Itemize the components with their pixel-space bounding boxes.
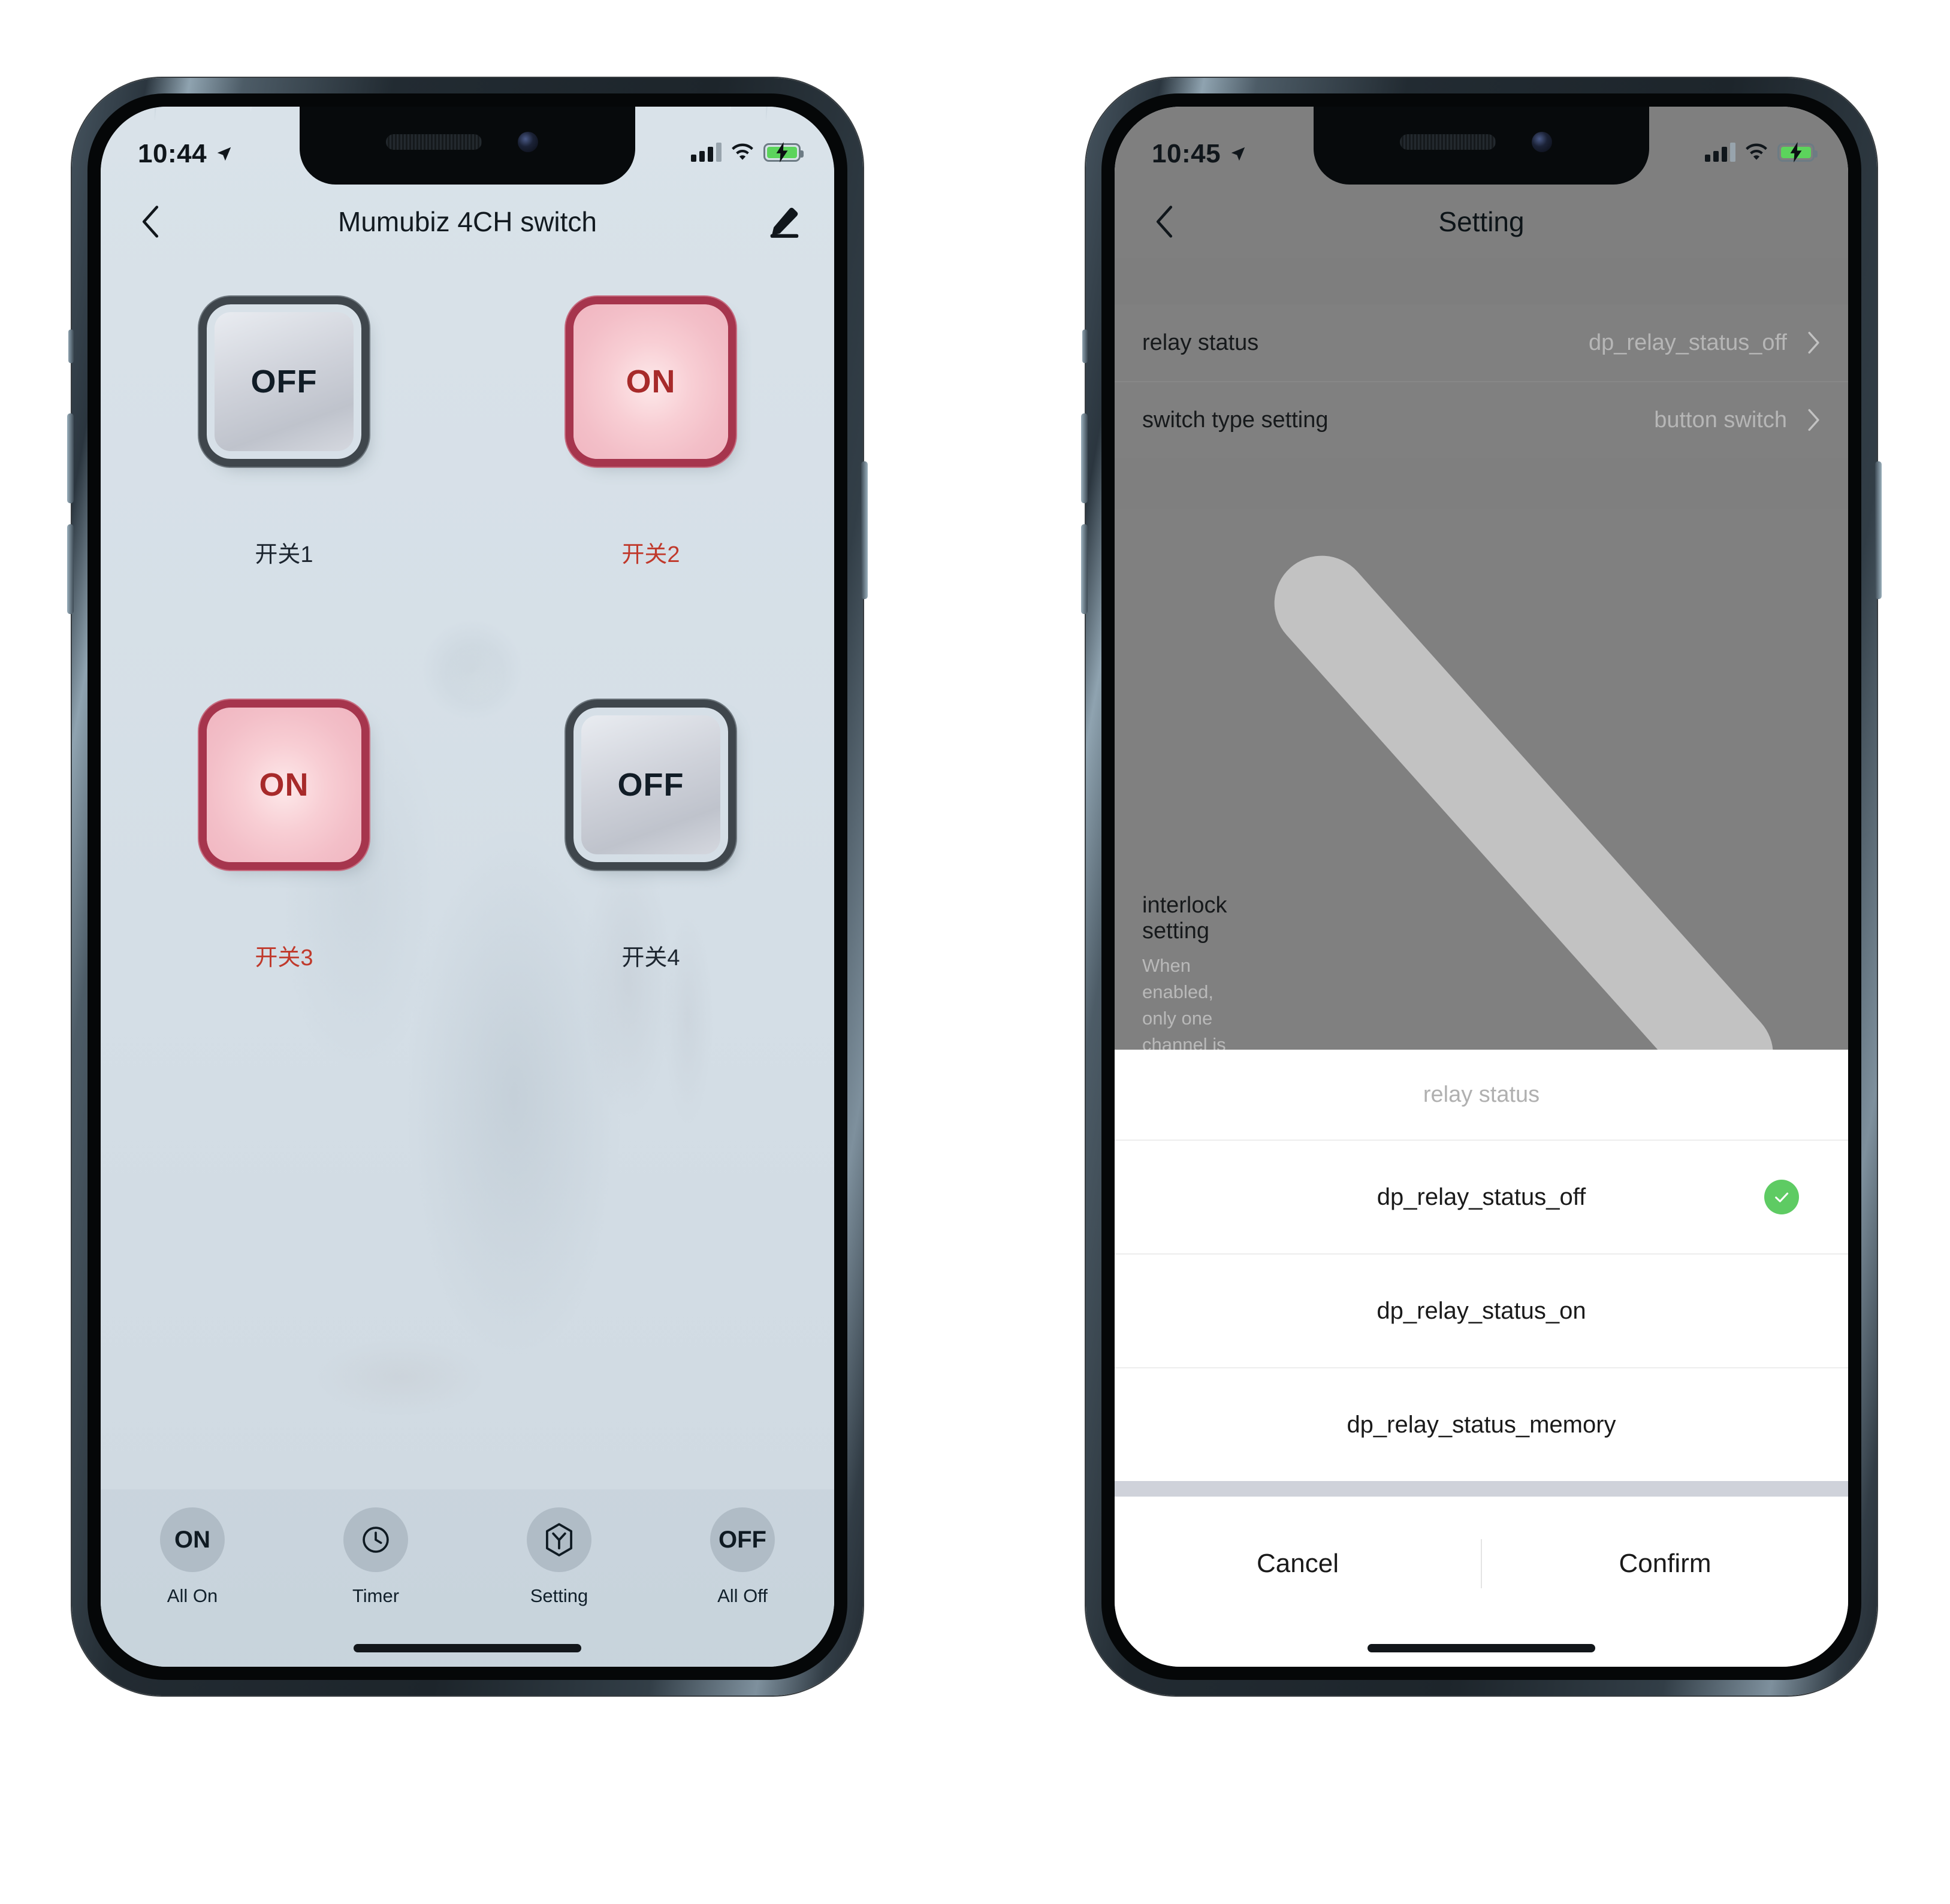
sheet-title: relay status	[1423, 1081, 1540, 1107]
sheet-separator	[1115, 1481, 1848, 1497]
sheet-option-relay-on[interactable]: dp_relay_status_on	[1115, 1253, 1848, 1367]
cancel-button[interactable]: Cancel	[1115, 1549, 1481, 1615]
volume-up-button-2[interactable]	[1081, 413, 1088, 503]
sheet-option-label: dp_relay_status_off	[1377, 1183, 1586, 1210]
settings-row-label: relay status	[1142, 330, 1259, 355]
page-title: Mumubiz 4CH switch	[338, 206, 597, 237]
home-indicator[interactable]	[354, 1644, 581, 1652]
toolbar-label-all-off: All Off	[717, 1585, 768, 1606]
battery-charging-icon	[1777, 142, 1818, 162]
power-button[interactable]	[861, 461, 868, 599]
edit-button[interactable]	[767, 205, 801, 238]
sheet-option-relay-off[interactable]: dp_relay_status_off	[1115, 1140, 1848, 1253]
switch-label-2: 开关2	[621, 542, 680, 567]
switch-toggle-3[interactable]: ON	[207, 708, 361, 862]
status-bar: 10:44	[101, 107, 834, 186]
phone-device-screen: 10:44 Mumubiz 4CH switch OFF 开关1 ON 开关2 …	[67, 78, 868, 1696]
home-indicator-2[interactable]	[1368, 1644, 1595, 1652]
chevron-left-icon	[142, 205, 159, 238]
sheet-option-label: dp_relay_status_on	[1377, 1297, 1586, 1324]
toolbar-label-all-on: All On	[167, 1585, 218, 1606]
screenshot-canvas: 10:44 Mumubiz 4CH switch OFF 开关1 ON 开关2 …	[0, 0, 1950, 1904]
relay-status-picker-sheet: relay status dp_relay_status_off dp_rela…	[1115, 1050, 1848, 1667]
setting-icon-wrap	[527, 1507, 591, 1572]
switch-label-4: 开关4	[621, 945, 680, 971]
chevron-left-icon	[1156, 205, 1173, 238]
power-button-2[interactable]	[1875, 461, 1882, 599]
sheet-option-relay-memory[interactable]: dp_relay_status_memory	[1115, 1367, 1848, 1481]
clock-time: 10:44	[138, 139, 207, 168]
interlock-title: interlock setting	[1142, 892, 1227, 944]
setting-screen: 10:45 Setting relay status dp_relay_stat…	[1115, 107, 1848, 1667]
setting-page: 10:45 Setting relay status dp_relay_stat…	[1115, 107, 1848, 1667]
phone-bezel-2: 10:45 Setting relay status dp_relay_stat…	[1101, 93, 1861, 1680]
toolbar-label-setting: Setting	[530, 1585, 588, 1606]
volume-down-button[interactable]	[67, 524, 74, 614]
back-button-2[interactable]	[1148, 205, 1181, 238]
switch-cell-3: ON 开关3	[101, 708, 467, 972]
switch-grid: OFF 开关1 ON 开关2 ON 开关3 OFF 开关4	[101, 304, 834, 972]
check-circle-icon	[1764, 1180, 1799, 1214]
settings-row-switch-type[interactable]: switch type setting button switch	[1115, 381, 1848, 458]
status-bar-2: 10:45	[1115, 107, 1848, 186]
phone-bezel: 10:44 Mumubiz 4CH switch OFF 开关1 ON 开关2 …	[87, 93, 847, 1680]
settings-row-value: button switch	[1654, 407, 1787, 433]
settings-row-value: dp_relay_status_off	[1589, 330, 1787, 355]
volume-up-button[interactable]	[67, 413, 74, 503]
sheet-option-label: dp_relay_status_memory	[1347, 1411, 1616, 1438]
bottom-toolbar: ON All On Timer Setting OFF All Off	[101, 1489, 834, 1667]
location-arrow-icon	[1231, 147, 1245, 161]
settings-row-relay-status[interactable]: relay status dp_relay_status_off	[1115, 304, 1848, 381]
switch-toggle-2[interactable]: ON	[573, 304, 728, 459]
mute-switch-button-2[interactable]	[1082, 330, 1088, 363]
switch-toggle-1[interactable]: OFF	[207, 304, 361, 459]
cellular-bars-icon	[691, 143, 722, 162]
navigation-bar-2: Setting	[1115, 186, 1848, 258]
confirm-button[interactable]: Confirm	[1482, 1549, 1848, 1615]
page-title-2: Setting	[1438, 206, 1525, 237]
phone-setting-screen: 10:45 Setting relay status dp_relay_stat…	[1081, 78, 1882, 1696]
settings-row-label: switch type setting	[1142, 407, 1329, 433]
sheet-action-bar: Cancel Confirm	[1115, 1497, 1848, 1667]
toolbar-item-timer[interactable]: Timer	[316, 1507, 436, 1607]
switch-cell-1: OFF 开关1	[101, 304, 467, 569]
status-bar-left: 10:44	[138, 139, 233, 169]
switch-cell-4: OFF 开关4	[467, 708, 834, 972]
status-bar-left-2: 10:45	[1152, 139, 1247, 169]
wifi-icon	[1746, 143, 1767, 160]
cellular-bars-icon	[1705, 143, 1735, 162]
cube-smart-icon	[546, 1523, 572, 1557]
wifi-icon	[732, 143, 753, 160]
back-button[interactable]	[134, 205, 167, 238]
switch-toggle-4[interactable]: OFF	[573, 708, 728, 862]
switch-label-1: 开关1	[255, 542, 313, 567]
toolbar-item-all-on[interactable]: ON All On	[132, 1507, 252, 1607]
list-gap-middle	[1115, 458, 1848, 509]
status-bar-right-2	[1705, 142, 1818, 162]
on-text-icon: ON	[160, 1507, 225, 1572]
device-screen: 10:44 Mumubiz 4CH switch OFF 开关1 ON 开关2 …	[101, 107, 834, 1667]
timer-icon-wrap	[343, 1507, 408, 1572]
chevron-right-icon	[1808, 331, 1819, 354]
mute-switch-button[interactable]	[68, 330, 74, 363]
switch-cell-2: ON 开关2	[467, 304, 834, 569]
location-arrow-icon	[217, 147, 231, 161]
list-gap-top	[1115, 258, 1848, 304]
toolbar-item-setting[interactable]: Setting	[499, 1507, 619, 1607]
off-text-icon: OFF	[710, 1507, 775, 1572]
toolbar-label-timer: Timer	[352, 1585, 400, 1606]
status-bar-right	[691, 142, 804, 162]
pencil-edit-icon	[770, 207, 799, 238]
volume-down-button-2[interactable]	[1081, 524, 1088, 614]
clock-icon	[363, 1527, 389, 1553]
navigation-bar: Mumubiz 4CH switch	[101, 186, 834, 258]
switch-label-3: 开关3	[255, 945, 313, 971]
battery-charging-icon	[763, 142, 804, 162]
clock-time-2: 10:45	[1152, 139, 1221, 168]
chevron-right-icon	[1808, 409, 1819, 431]
device-page: 10:44 Mumubiz 4CH switch OFF 开关1 ON 开关2 …	[101, 107, 834, 1667]
toolbar-item-all-off[interactable]: OFF All Off	[683, 1507, 802, 1607]
